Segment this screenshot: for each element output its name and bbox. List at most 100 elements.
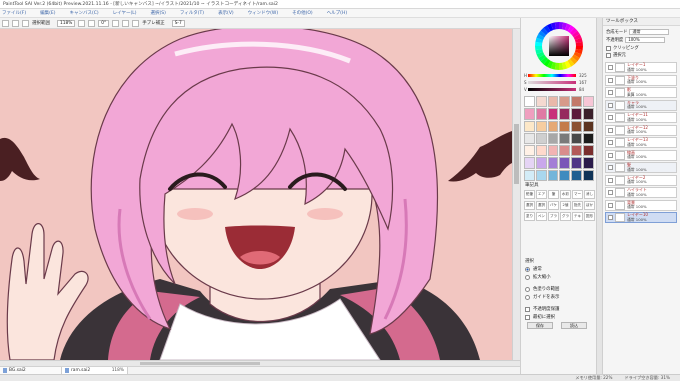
vertical-scrollbar[interactable] — [512, 29, 520, 360]
menu-help[interactable]: ヘルプ(H) — [327, 10, 347, 16]
checkbox[interactable] — [606, 45, 611, 51]
layer-item[interactable]: レイヤー1 通常 100% — [605, 62, 677, 73]
color-swatch[interactable] — [547, 120, 559, 132]
check-preserve-opacity[interactable]: 不透明度保護 — [525, 306, 559, 312]
brush-tool-button[interactable]: ブラシ — [548, 212, 559, 221]
visibility-icon[interactable] — [608, 215, 613, 220]
color-swatch[interactable] — [583, 132, 594, 145]
visibility-icon[interactable] — [608, 77, 613, 83]
color-swatch[interactable] — [583, 108, 594, 120]
clipping-row[interactable]: クリッピング — [606, 45, 639, 51]
visibility-icon[interactable] — [608, 190, 613, 195]
color-swatch[interactable] — [571, 108, 583, 120]
menu-other[interactable]: その他(O) — [292, 10, 313, 16]
color-swatch[interactable] — [571, 120, 583, 132]
check-select-first[interactable]: 最初に選択 — [525, 314, 555, 320]
color-swatch[interactable] — [535, 169, 547, 181]
brush-tool-button[interactable]: 指先 — [572, 201, 583, 210]
color-swatch[interactable] — [535, 157, 547, 169]
radio-off[interactable] — [525, 294, 530, 300]
color-swatch[interactable] — [583, 120, 594, 132]
visibility-icon[interactable] — [608, 127, 613, 133]
brush-tool-button[interactable]: ぼかし — [584, 201, 595, 210]
opacity-field[interactable]: 100% — [625, 37, 666, 43]
checkbox[interactable] — [525, 314, 530, 320]
brush-tool-button[interactable]: マーカー — [572, 190, 583, 199]
color-swatch[interactable] — [583, 145, 594, 157]
color-swatch[interactable] — [524, 132, 535, 145]
color-swatch[interactable] — [547, 132, 559, 145]
color-swatch[interactable] — [571, 157, 583, 169]
save-button[interactable]: 保存 — [527, 322, 553, 329]
brush-tool-button[interactable]: エアブラシ — [536, 190, 547, 199]
hue-track[interactable] — [528, 74, 576, 77]
mode-option-normal[interactable]: 通常 — [525, 266, 542, 272]
layer-item[interactable]: 背景 通常 100% — [605, 199, 677, 211]
flip-button[interactable] — [132, 19, 140, 27]
menu-layer[interactable]: レイヤー(L) — [113, 10, 137, 16]
menu-canvas[interactable]: キャンバス(C) — [69, 10, 98, 16]
color-wheel[interactable] — [533, 20, 585, 72]
checkbox[interactable] — [525, 306, 530, 312]
color-swatch[interactable] — [559, 169, 571, 181]
color-swatch[interactable] — [571, 132, 583, 145]
color-swatch[interactable] — [547, 145, 559, 157]
option-fill-range[interactable]: 色塗りの範囲 — [525, 286, 559, 292]
color-swatch[interactable] — [535, 145, 547, 157]
scroll-thumb[interactable] — [514, 124, 519, 184]
color-swatch[interactable] — [535, 96, 547, 108]
color-swatch[interactable] — [535, 120, 547, 132]
color-swatch[interactable] — [524, 108, 535, 120]
color-swatch[interactable] — [559, 145, 571, 157]
scroll-thumb[interactable] — [140, 362, 260, 365]
rotate-right-button[interactable] — [122, 19, 130, 27]
color-swatch[interactable] — [571, 169, 583, 181]
drawing-canvas[interactable] — [0, 29, 512, 360]
checkbox[interactable] — [606, 52, 611, 58]
color-swatch[interactable] — [547, 96, 559, 108]
color-swatch[interactable] — [583, 169, 594, 181]
brush-tool-button[interactable]: ペン — [536, 212, 547, 221]
color-swatch[interactable] — [524, 157, 535, 169]
color-swatch[interactable] — [535, 108, 547, 120]
brush-tool-button[interactable]: 2値ペン — [560, 201, 571, 210]
color-swatch[interactable] — [535, 132, 547, 145]
brush-tool-button[interactable]: 筆 — [548, 190, 559, 199]
color-swatch[interactable] — [524, 145, 535, 157]
selection-source-row[interactable]: 選択元 — [606, 52, 626, 58]
brush-tool-button[interactable]: バケツ — [548, 201, 559, 210]
visibility-icon[interactable] — [608, 177, 613, 183]
brush-tool-button[interactable]: 塗り — [524, 212, 535, 221]
menu-filter[interactable]: フィルタ(T) — [180, 10, 204, 16]
value-slider[interactable]: V 84 — [524, 87, 594, 92]
radio-on[interactable] — [525, 266, 530, 272]
layer-item[interactable]: 下塗り 通常 100% — [605, 74, 677, 86]
layer-item[interactable]: レイヤー2 通常 100% — [605, 174, 677, 186]
color-swatch[interactable] — [571, 96, 583, 108]
blend-select[interactable]: 通常 — [629, 29, 670, 35]
layer-item[interactable]: レイヤー12 通常 100% — [605, 124, 677, 136]
radio-off[interactable] — [525, 286, 530, 292]
color-swatch[interactable] — [559, 108, 571, 120]
layer-folder[interactable]: 髪通常 100% — [605, 162, 677, 173]
layer-item[interactable]: ハイライト 通常 100% — [605, 187, 677, 198]
visibility-icon[interactable] — [608, 115, 613, 120]
mode-option-scale[interactable]: 拡大縮小 — [525, 274, 551, 280]
brush-tool-button[interactable]: 鉛筆 — [524, 190, 535, 199]
visibility-icon[interactable] — [608, 65, 613, 70]
layer-item[interactable]: レイヤー10 通常 100% — [605, 212, 677, 223]
rotation-field[interactable]: 0° — [98, 19, 110, 27]
zoom-out-button[interactable] — [88, 19, 96, 27]
visibility-icon[interactable] — [608, 90, 613, 95]
menu-edit[interactable]: 編集(E) — [40, 10, 55, 16]
hue-slider[interactable]: H 325 — [524, 73, 594, 78]
document-tab[interactable]: BG.sai2 — [0, 367, 62, 374]
layer-item[interactable]: 線画 通常 100% — [605, 149, 677, 161]
visibility-icon[interactable] — [608, 152, 613, 158]
visibility-icon[interactable] — [608, 140, 613, 145]
color-swatch[interactable] — [547, 108, 559, 120]
color-swatch[interactable] — [559, 132, 571, 145]
saturation-slider[interactable]: S 167 — [524, 80, 594, 85]
layer-item[interactable]: 影乗算 100% — [605, 87, 677, 98]
radio-off[interactable] — [525, 274, 530, 280]
